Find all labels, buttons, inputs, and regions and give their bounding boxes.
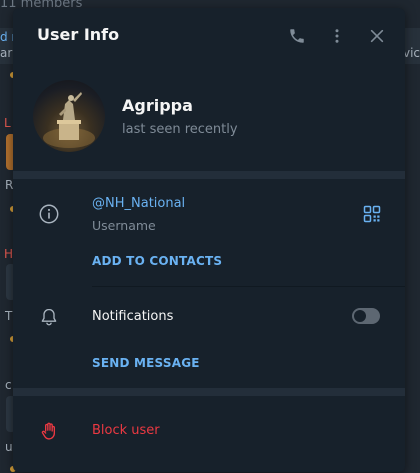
dialog-title: User Info: [37, 25, 120, 44]
add-to-contacts-button[interactable]: ADD TO CONTACTS: [92, 254, 222, 268]
dialog-header: User Info: [13, 8, 405, 64]
bell-icon: [37, 305, 61, 329]
user-name: Agrippa: [122, 96, 193, 115]
notifications-label: Notifications: [92, 309, 174, 324]
section-separator: [13, 171, 405, 179]
background-text-fragment: ar: [0, 46, 13, 60]
profile-section: Agrippa last seen recently: [13, 72, 405, 172]
block-user-button[interactable]: Block user: [92, 423, 160, 438]
background-text-fragment: u: [5, 440, 13, 454]
notifications-toggle[interactable]: [352, 308, 380, 324]
background-text-fragment: c: [5, 378, 12, 392]
close-icon[interactable]: [365, 24, 389, 48]
row-divider: [92, 286, 405, 287]
last-seen-status: last seen recently: [122, 122, 238, 137]
background-text-fragment: vice: [403, 46, 420, 60]
avatar-statue-image: [43, 92, 95, 148]
username-link[interactable]: @NH_National: [92, 196, 185, 211]
send-message-button[interactable]: SEND MESSAGE: [92, 356, 200, 370]
section-separator: [13, 388, 405, 396]
more-vertical-icon[interactable]: [325, 24, 349, 48]
user-info-dialog: User Info Agrippa last seen recently @NH…: [13, 8, 405, 472]
username-label: Username: [92, 218, 156, 233]
background-text-fragment: H: [4, 247, 14, 261]
phone-icon[interactable]: [285, 24, 309, 48]
background-text-fragment: T: [5, 309, 13, 323]
qr-code-icon[interactable]: [360, 202, 384, 226]
info-icon: [37, 202, 61, 226]
background-text-fragment: L: [4, 116, 11, 130]
block-hand-icon: [37, 419, 61, 443]
toggle-knob: [354, 310, 366, 322]
avatar[interactable]: [33, 80, 105, 152]
